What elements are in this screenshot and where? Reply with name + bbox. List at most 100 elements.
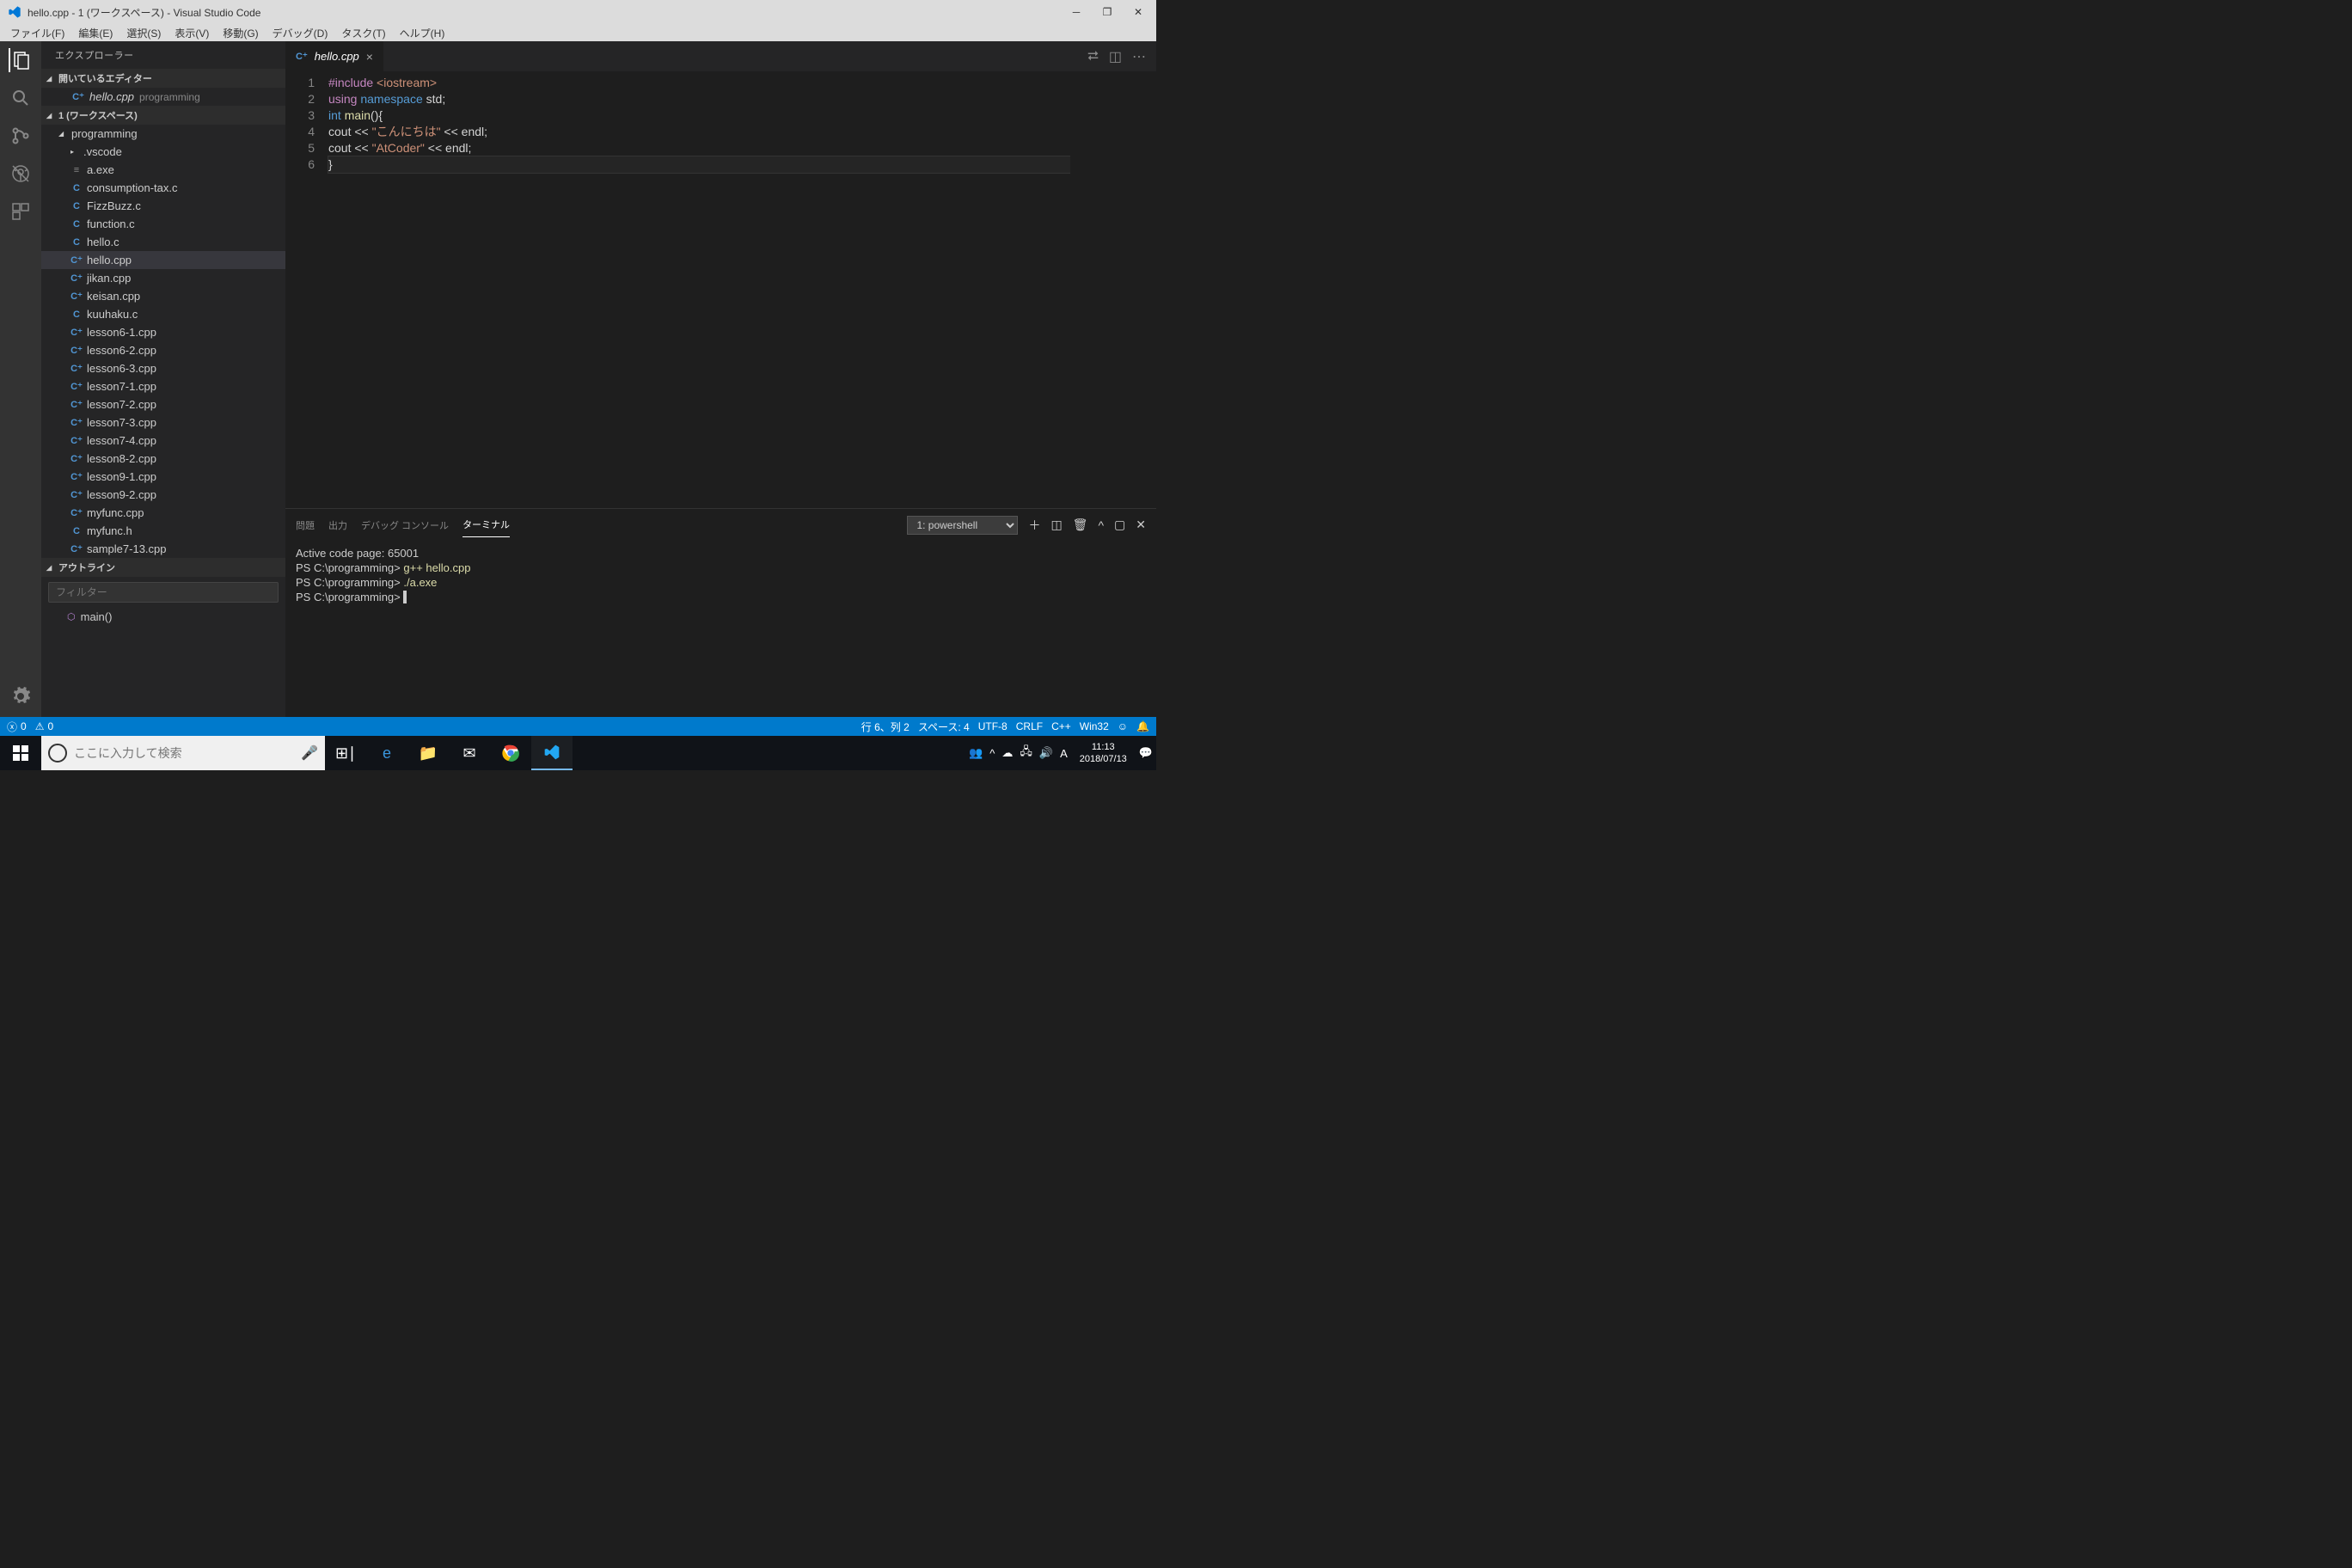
activity-extensions-icon[interactable] — [9, 199, 33, 224]
file-item[interactable]: C⁺lesson7-2.cpp — [41, 395, 285, 413]
window-close-button[interactable]: ✕ — [1130, 4, 1146, 20]
task-view-icon[interactable]: ⊞∣ — [325, 736, 366, 770]
folder-vscode[interactable]: ▸.vscode — [41, 143, 285, 161]
open-editors-header[interactable]: ◢開いているエディター — [41, 69, 285, 88]
more-actions-icon[interactable]: ⋯ — [1132, 48, 1146, 65]
kill-terminal-icon[interactable]: 🗑 — [1073, 518, 1088, 532]
open-editor-item[interactable]: C⁺ hello.cpp programming — [41, 88, 285, 106]
tray-people-icon[interactable]: 👥 — [969, 746, 983, 760]
activity-settings-icon[interactable] — [9, 684, 33, 708]
file-item[interactable]: C⁺jikan.cpp — [41, 269, 285, 287]
taskbar-explorer-icon[interactable]: 📁 — [407, 736, 449, 770]
tab-close-button[interactable]: × — [366, 50, 373, 64]
menu-debug[interactable]: デバッグ(D) — [266, 24, 335, 42]
status-language[interactable]: C++ — [1051, 720, 1071, 732]
file-item[interactable]: C⁺lesson8-2.cpp — [41, 450, 285, 468]
activity-search-icon[interactable] — [9, 86, 33, 110]
tray-volume-icon[interactable]: 🔊 — [1039, 746, 1053, 760]
file-item[interactable]: Cmyfunc.h — [41, 522, 285, 540]
status-eol[interactable]: CRLF — [1016, 720, 1043, 732]
outline-item-main[interactable]: ⬡ main() — [41, 608, 285, 626]
tray-chevron-up-icon[interactable]: ^ — [989, 747, 995, 760]
taskbar-chrome-icon[interactable] — [490, 736, 531, 770]
file-item[interactable]: Cfunction.c — [41, 215, 285, 233]
menu-edit[interactable]: 編集(E) — [71, 24, 119, 42]
status-bell-icon[interactable]: 🔔 — [1136, 720, 1149, 732]
menu-tasks[interactable]: タスク(T) — [334, 24, 392, 42]
cpp-file-icon: C⁺ — [70, 543, 83, 554]
split-editor-icon[interactable]: ◫ — [1109, 48, 1122, 65]
window-minimize-button[interactable]: ─ — [1069, 4, 1084, 20]
panel-tab-debug-console[interactable]: デバッグ コンソール — [361, 513, 449, 537]
file-item[interactable]: C⁺lesson9-2.cpp — [41, 486, 285, 504]
compare-changes-icon[interactable]: ⮂ — [1087, 49, 1099, 64]
taskbar-search-input[interactable] — [74, 746, 294, 760]
status-cursor[interactable]: 行 6、列 2 — [861, 720, 910, 734]
new-terminal-icon[interactable]: ＋ — [1028, 517, 1040, 534]
file-item[interactable]: Ckuuhaku.c — [41, 305, 285, 323]
file-item[interactable]: C⁺lesson7-1.cpp — [41, 377, 285, 395]
file-item[interactable]: Chello.c — [41, 233, 285, 251]
folder-programming[interactable]: ◢programming — [41, 125, 285, 143]
window-maximize-button[interactable]: ❐ — [1099, 4, 1115, 20]
outline-header[interactable]: ◢アウトライン — [41, 558, 285, 577]
status-spaces[interactable]: スペース: 4 — [918, 720, 970, 734]
file-item[interactable]: C⁺lesson6-2.cpp — [41, 341, 285, 359]
status-warnings[interactable]: ⚠ 0 — [35, 720, 53, 732]
mic-icon[interactable]: 🎤 — [301, 744, 318, 762]
menu-file[interactable]: ファイル(F) — [3, 24, 71, 42]
workspace-header[interactable]: ◢1 (ワークスペース) — [41, 106, 285, 125]
menu-selection[interactable]: 選択(S) — [119, 24, 168, 42]
terminal[interactable]: Active code page: 65001 PS C:\programmin… — [285, 541, 1156, 717]
panel-tab-problems[interactable]: 問題 — [296, 513, 315, 537]
activity-explorer-icon[interactable] — [9, 48, 33, 72]
tray-network-icon[interactable]: 🖧 — [1020, 744, 1032, 763]
close-panel-icon[interactable]: ✕ — [1136, 518, 1146, 532]
c-file-icon: C — [70, 309, 83, 320]
activity-debug-icon[interactable] — [9, 162, 33, 186]
file-item[interactable]: C⁺lesson6-3.cpp — [41, 359, 285, 377]
menu-help[interactable]: ヘルプ(H) — [393, 24, 452, 42]
panel-up-icon[interactable]: ^ — [1098, 518, 1104, 532]
taskbar-mail-icon[interactable]: ✉ — [449, 736, 490, 770]
window-title: hello.cpp - 1 (ワークスペース) - Visual Studio … — [28, 5, 260, 20]
status-feedback-icon[interactable]: ☺ — [1118, 720, 1128, 732]
file-item[interactable]: ≡a.exe — [41, 161, 285, 179]
taskbar-edge-icon[interactable]: e — [366, 736, 407, 770]
taskbar-vscode-icon[interactable] — [531, 736, 573, 770]
outline-filter-input[interactable] — [48, 582, 279, 603]
file-item[interactable]: C⁺hello.cpp — [41, 251, 285, 269]
file-item[interactable]: Cconsumption-tax.c — [41, 179, 285, 197]
c-file-icon: C — [70, 526, 83, 536]
file-item[interactable]: C⁺myfunc.cpp — [41, 504, 285, 522]
status-errors[interactable]: ⓧ 0 — [7, 720, 27, 734]
file-item[interactable]: C⁺lesson6-1.cpp — [41, 323, 285, 341]
file-item[interactable]: C⁺lesson9-1.cpp — [41, 468, 285, 486]
file-item[interactable]: C⁺lesson7-3.cpp — [41, 413, 285, 432]
status-platform[interactable]: Win32 — [1080, 720, 1109, 732]
maximize-panel-icon[interactable]: ▢ — [1114, 518, 1125, 532]
panel-tab-output[interactable]: 出力 — [328, 513, 347, 537]
file-item[interactable]: C⁺keisan.cpp — [41, 287, 285, 305]
panel-tab-terminal[interactable]: ターミナル — [462, 512, 510, 537]
tab-hello-cpp[interactable]: C⁺ hello.cpp × — [285, 41, 384, 71]
menu-go[interactable]: 移動(G) — [216, 24, 265, 42]
split-terminal-icon[interactable]: ◫ — [1050, 518, 1062, 532]
minimap[interactable] — [1070, 71, 1156, 508]
menu-view[interactable]: 表示(V) — [168, 24, 216, 42]
vscode-logo-icon — [7, 4, 22, 20]
code-editor[interactable]: 123 456 #include <iostream> using namesp… — [285, 71, 1156, 508]
file-item[interactable]: C⁺sample7-13.cpp — [41, 540, 285, 558]
exe-file-icon: ≡ — [70, 165, 83, 175]
file-item[interactable]: C⁺lesson7-4.cpp — [41, 432, 285, 450]
activity-scm-icon[interactable] — [9, 124, 33, 148]
start-button[interactable] — [0, 736, 41, 770]
status-encoding[interactable]: UTF-8 — [978, 720, 1008, 732]
tray-ime-icon[interactable]: A — [1060, 747, 1068, 760]
taskbar-search[interactable]: 🎤 — [41, 736, 325, 770]
file-item[interactable]: CFizzBuzz.c — [41, 197, 285, 215]
terminal-select[interactable]: 1: powershell — [907, 516, 1018, 535]
tray-notifications-icon[interactable]: 💬 — [1139, 746, 1153, 760]
taskbar-clock[interactable]: 11:132018/07/13 — [1075, 741, 1132, 765]
tray-onedrive-icon[interactable]: ☁ — [1001, 746, 1013, 760]
